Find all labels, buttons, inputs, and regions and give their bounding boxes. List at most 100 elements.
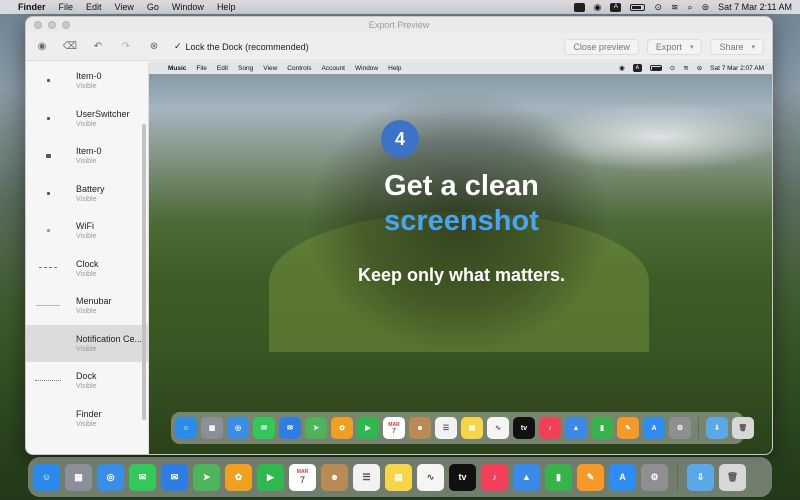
clear-icon[interactable]: ⊗ (146, 39, 162, 55)
input-source-icon[interactable]: A (610, 2, 622, 12)
sidebar-item-finder[interactable]: Finder Visible (26, 400, 148, 438)
sidebar-item-dock[interactable]: Dock Visible (26, 362, 148, 400)
share-button[interactable]: Share ▾ (710, 38, 764, 55)
layer-status: Visible (76, 270, 97, 278)
layer-thumbnail (34, 76, 62, 86)
eye-icon[interactable]: ◉ (34, 39, 50, 55)
dock-calendar-icon: MAR 7 (383, 417, 405, 439)
close-window-button[interactable] (34, 21, 42, 29)
checkmark-icon: ✓ (174, 41, 182, 51)
layer-name: Notification Ce... (76, 333, 143, 344)
dock-maps-icon: ➤ (305, 417, 327, 439)
dock-keynote-icon[interactable]: ▲ (513, 463, 540, 491)
dock-calendar-icon[interactable]: MAR 7 (289, 463, 316, 491)
user-switcher-icon[interactable]: ◉ (594, 2, 602, 13)
titlebar[interactable]: Export Preview (26, 17, 772, 33)
layer-status: Visible (76, 383, 97, 391)
sidebar-item-menubar[interactable]: Menubar Visible (26, 287, 148, 325)
control-center-icon[interactable]: ⊜ (702, 2, 710, 13)
screen-icon[interactable] (573, 2, 585, 12)
trash-icon[interactable]: ⌫ (62, 39, 78, 55)
close-preview-button[interactable]: Close preview (564, 38, 639, 55)
preview-menu-song: Song (238, 64, 254, 72)
layer-name: Menubar (76, 296, 112, 307)
dock-messages-icon: ✉ (253, 417, 275, 439)
sidebar-item-item-0[interactable]: Item-0 Visible (26, 62, 148, 100)
preview-menu-file: File (196, 64, 207, 72)
preview-menu-help: Help (388, 64, 402, 72)
menu-edit[interactable]: Edit (86, 2, 102, 12)
dock-safari-icon: ◎ (227, 417, 249, 439)
wifi-icon: ≋ (683, 65, 689, 72)
focus-icon[interactable]: ⊙ (654, 2, 662, 13)
sidebar-item-battery[interactable]: Battery Visible (26, 175, 148, 213)
dock-maps-icon[interactable]: ➤ (193, 463, 220, 491)
export-preview-window: Export Preview ◉ ⌫ ↶ ↷ ⊗ ✓ Lock the Dock… (25, 16, 773, 455)
dock-numbers-icon[interactable]: ▮ (545, 463, 572, 491)
dock-trash-icon[interactable]: 🗑 (719, 463, 746, 491)
close-preview-label: Close preview (573, 41, 630, 52)
preview-menu-edit: Edit (216, 64, 229, 72)
redo-icon[interactable]: ↷ (118, 39, 134, 55)
dock-finder-icon[interactable]: ☺ (33, 463, 60, 491)
sidebar-item-wifi[interactable]: WiFi Visible (26, 212, 148, 250)
sidebar-item-userswitcher[interactable]: UserSwitcher Visible (26, 100, 148, 138)
dock-app-store-icon: A (643, 417, 665, 439)
menu-help[interactable]: Help (217, 2, 236, 12)
layer-status: Visible (76, 308, 97, 316)
sidebar-item-notification-center[interactable]: Notification Ce... Visible (26, 324, 148, 362)
menu-go[interactable]: Go (147, 2, 159, 12)
dock-photos-icon[interactable]: ✿ (225, 463, 252, 491)
menubar: Finder File Edit View Go Window Help ◉ A… (0, 0, 800, 14)
menu-view[interactable]: View (115, 2, 134, 12)
sidebar-item-clock[interactable]: Clock Visible (26, 250, 148, 288)
dock-tv-icon[interactable]: tv (449, 463, 476, 491)
menubar-clock[interactable]: Sat 7 Mar 2:11 AM (718, 2, 792, 12)
layer-status: Visible (76, 233, 97, 241)
layer-name: Item-0 (76, 71, 102, 82)
dock-facetime-icon[interactable]: ▶ (257, 463, 284, 491)
menu-file[interactable]: File (59, 2, 74, 12)
dock-freeform-icon: ∿ (487, 417, 509, 439)
toolbar: ◉ ⌫ ↶ ↷ ⊗ ✓ Lock the Dock (recommended) … (26, 33, 772, 61)
layer-thumbnail (34, 226, 62, 236)
minimize-window-button[interactable] (48, 21, 56, 29)
dock-messages-icon[interactable]: ✉ (129, 463, 156, 491)
menu-app-finder[interactable]: Finder (18, 2, 46, 12)
dock-notes-icon[interactable]: ▤ (385, 463, 412, 491)
preview-menu-app: Music (168, 64, 187, 72)
focus-icon: ⊙ (669, 65, 676, 72)
battery-icon[interactable] (630, 3, 646, 11)
dock-mail-icon[interactable]: ✉ (161, 463, 188, 491)
dock-downloads-icon: ⇩ (706, 417, 728, 439)
zoom-window-button[interactable] (62, 21, 70, 29)
dock-reminders-icon[interactable]: ☰ (353, 463, 380, 491)
dock-system-settings-icon[interactable]: ⚙ (641, 463, 668, 491)
dock-music-icon[interactable]: ♪ (481, 463, 508, 491)
dock-system-settings-icon: ⚙ (669, 417, 691, 439)
menu-window[interactable]: Window (172, 2, 204, 12)
dock-pages-icon[interactable]: ✎ (577, 463, 604, 491)
dock-contacts-icon: ☻ (409, 417, 431, 439)
layer-name: Finder (76, 408, 102, 419)
screenshot-preview[interactable]: Music File Edit Song View Controls Accou… (149, 62, 772, 454)
export-button[interactable]: Export ▾ (646, 38, 703, 55)
dock-downloads-icon[interactable]: ⇩ (687, 463, 714, 491)
dock-launchpad-icon[interactable]: ▦ (65, 463, 92, 491)
layer-thumbnail (34, 188, 62, 198)
dock-contacts-icon[interactable]: ☻ (321, 463, 348, 491)
dock-safari-icon[interactable]: ◎ (97, 463, 124, 491)
dock-freeform-icon[interactable]: ∿ (417, 463, 444, 491)
chevron-down-icon[interactable]: ▾ (690, 43, 694, 51)
lock-dock-checkbox[interactable]: ✓ Lock the Dock (recommended) (174, 41, 309, 52)
wifi-icon[interactable]: ≋ (671, 2, 679, 13)
dock-app-store-icon[interactable]: A (609, 463, 636, 491)
sidebar-scrollbar[interactable] (142, 124, 146, 420)
layer-name: Item-0 (76, 146, 102, 157)
sidebar-item-item-0-b[interactable]: Item-0 Visible (26, 137, 148, 175)
layer-thumbnail (34, 151, 62, 161)
chevron-down-icon[interactable]: ▾ (751, 43, 755, 51)
search-icon[interactable]: ⌕ (688, 2, 693, 13)
undo-icon[interactable]: ↶ (90, 39, 106, 55)
tagline: Keep only what matters. (357, 265, 566, 285)
